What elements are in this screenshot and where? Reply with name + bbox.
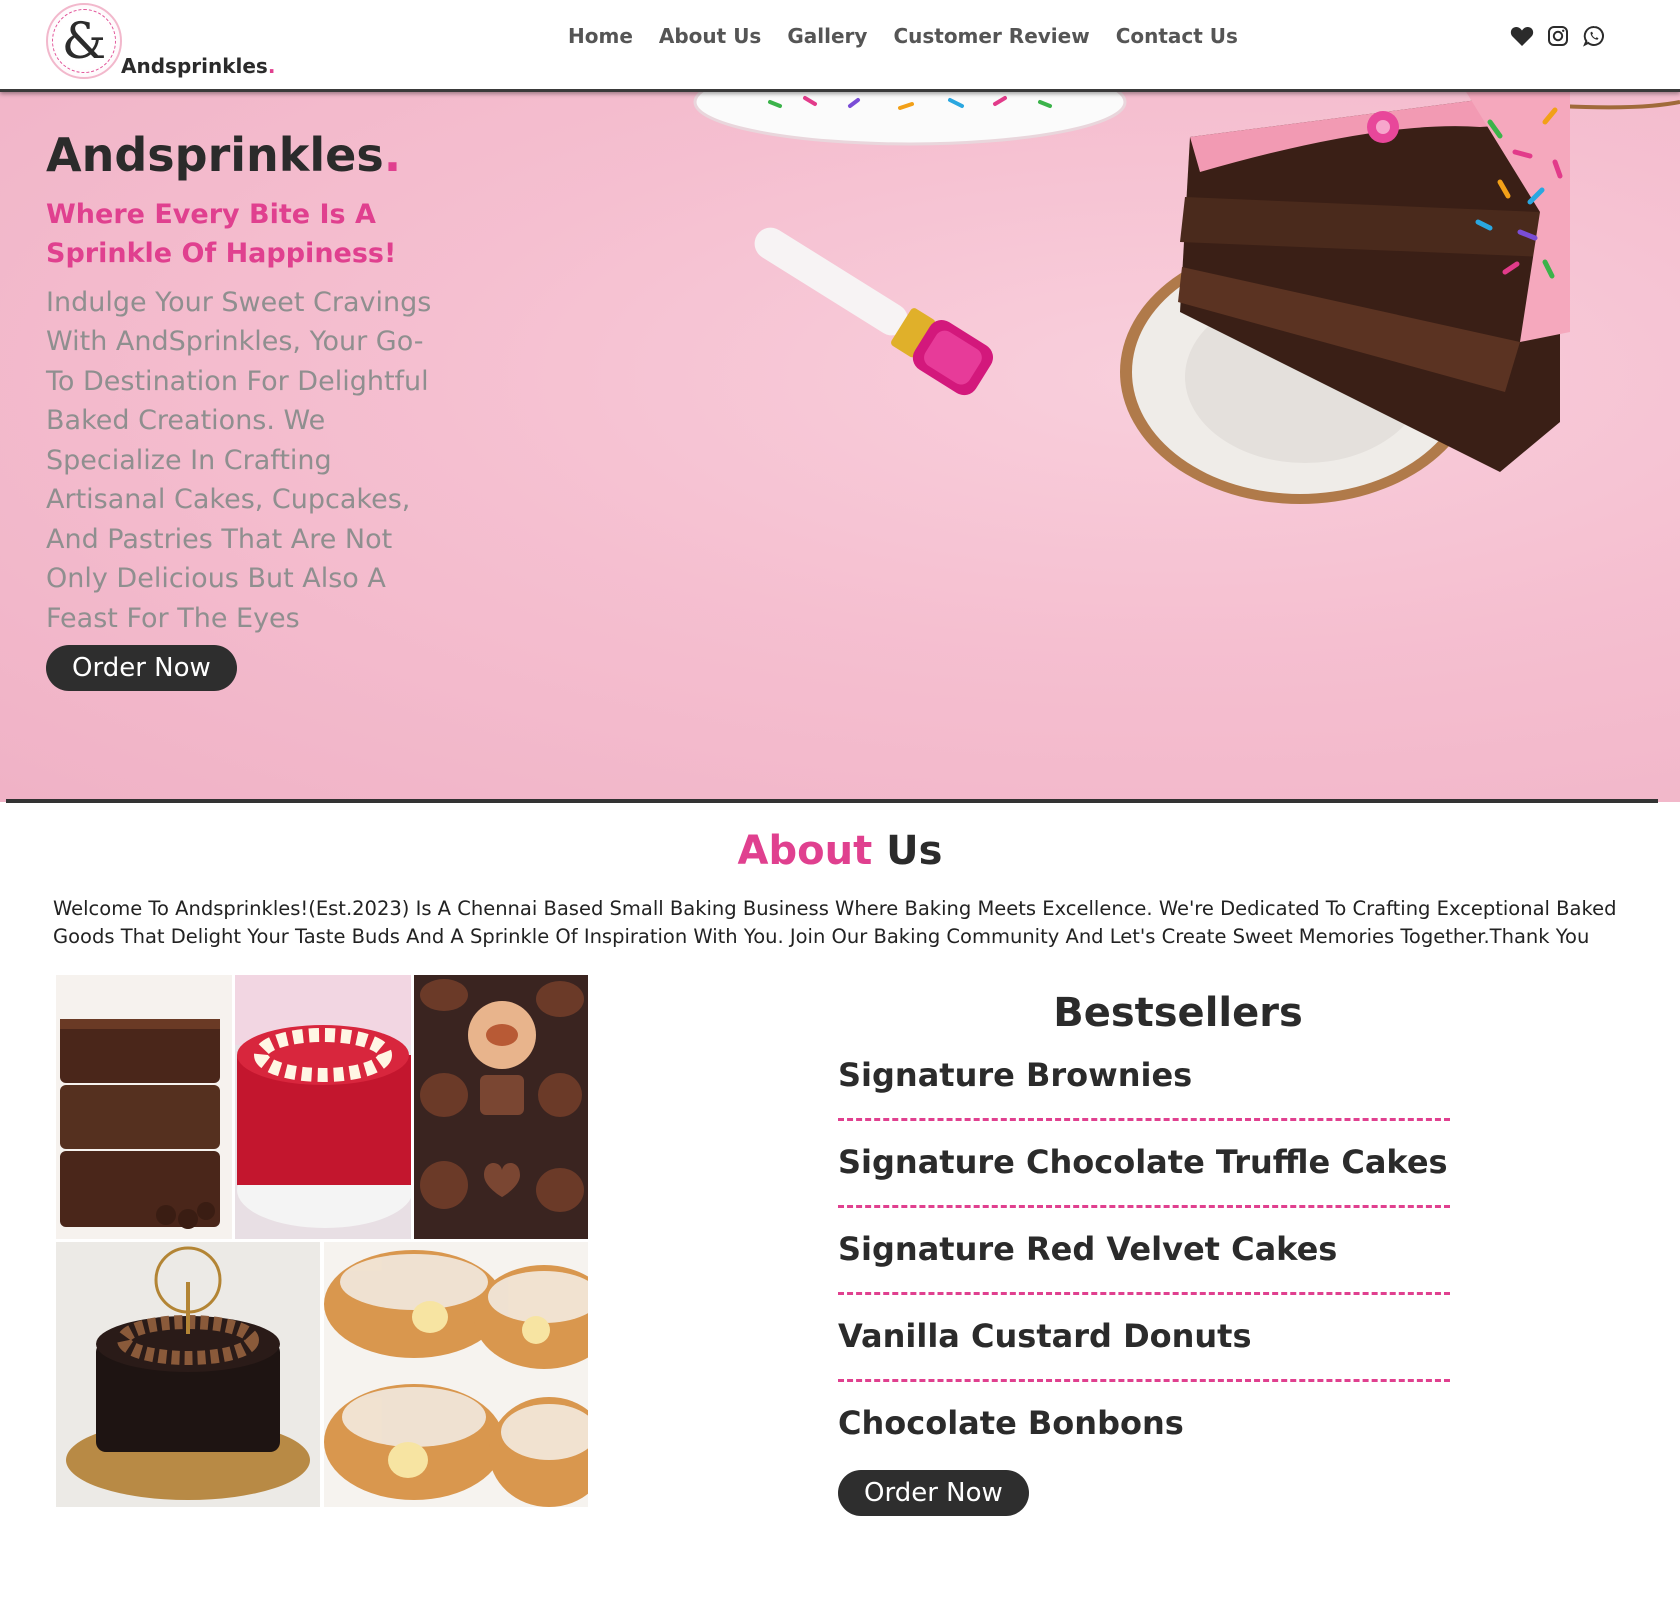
bestseller-item: Chocolate Bonbons	[838, 1404, 1184, 1442]
nav-about-us[interactable]: About Us	[659, 24, 761, 48]
bestsellers-title: Bestsellers	[1053, 990, 1303, 1036]
hero-divider	[6, 799, 1658, 803]
bestseller-divider	[838, 1292, 1450, 1295]
hero-text-block: Andsprinkles. Where Every Bite Is A Spri…	[46, 130, 436, 638]
brand-dot: .	[267, 54, 276, 78]
brownies-photo	[56, 975, 232, 1239]
hero-tagline: Where Every Bite Is A Sprinkle Of Happin…	[46, 198, 397, 269]
hero-title-dot: .	[383, 128, 402, 182]
ampersand-logo-icon[interactable]: &	[46, 3, 122, 79]
logo-ring	[52, 9, 116, 73]
bestseller-divider	[838, 1379, 1450, 1382]
birthday-cake-photo	[56, 1242, 320, 1507]
bestsellers-section: Bestsellers Signature Brownies Signature…	[838, 990, 1458, 1442]
about-text: Welcome To Andsprinkles!(Est.2023) Is A …	[53, 897, 1617, 948]
chocolate-box-photo	[414, 975, 588, 1239]
hero-title: Andsprinkles.	[46, 130, 436, 181]
nav-contact-us[interactable]: Contact Us	[1116, 24, 1238, 48]
bestseller-divider	[838, 1205, 1450, 1208]
nav-gallery[interactable]: Gallery	[787, 24, 867, 48]
about-title-rest: Us	[886, 828, 943, 874]
bestseller-item: Signature Chocolate Truffle Cakes	[838, 1143, 1448, 1181]
heart-icon[interactable]	[1510, 24, 1534, 48]
about-title: About Us	[0, 828, 1680, 874]
hero-title-text: Andsprinkles	[46, 128, 384, 182]
bestseller-item: Signature Brownies	[838, 1056, 1193, 1094]
main-nav: Home About Us Gallery Customer Review Co…	[568, 24, 1238, 48]
social-icons	[1510, 24, 1606, 48]
custard-donuts-photo	[324, 1242, 588, 1507]
nav-customer-review[interactable]: Customer Review	[893, 24, 1089, 48]
bestsellers-order-now-button[interactable]: Order Now	[838, 1470, 1029, 1516]
red-velvet-cake-photo	[235, 975, 411, 1239]
hero-order-now-button[interactable]: Order Now	[46, 645, 237, 691]
product-collage	[56, 975, 588, 1507]
hero-section: Andsprinkles. Where Every Bite Is A Spri…	[0, 92, 1680, 802]
brand-text: Andsprinkles	[121, 54, 268, 78]
bestseller-item: Vanilla Custard Donuts	[838, 1317, 1252, 1355]
bestseller-item: Signature Red Velvet Cakes	[838, 1230, 1338, 1268]
brand-name[interactable]: Andsprinkles.	[121, 54, 275, 78]
whatsapp-icon[interactable]	[1582, 24, 1606, 48]
instagram-icon[interactable]	[1546, 24, 1570, 48]
site-header: & Andsprinkles. Home About Us Gallery Cu…	[0, 0, 1680, 92]
hero-description: Indulge Your Sweet Cravings With AndSpri…	[46, 286, 432, 634]
about-title-accent: About	[737, 828, 873, 874]
nav-home[interactable]: Home	[568, 24, 633, 48]
bestseller-divider	[838, 1118, 1450, 1121]
